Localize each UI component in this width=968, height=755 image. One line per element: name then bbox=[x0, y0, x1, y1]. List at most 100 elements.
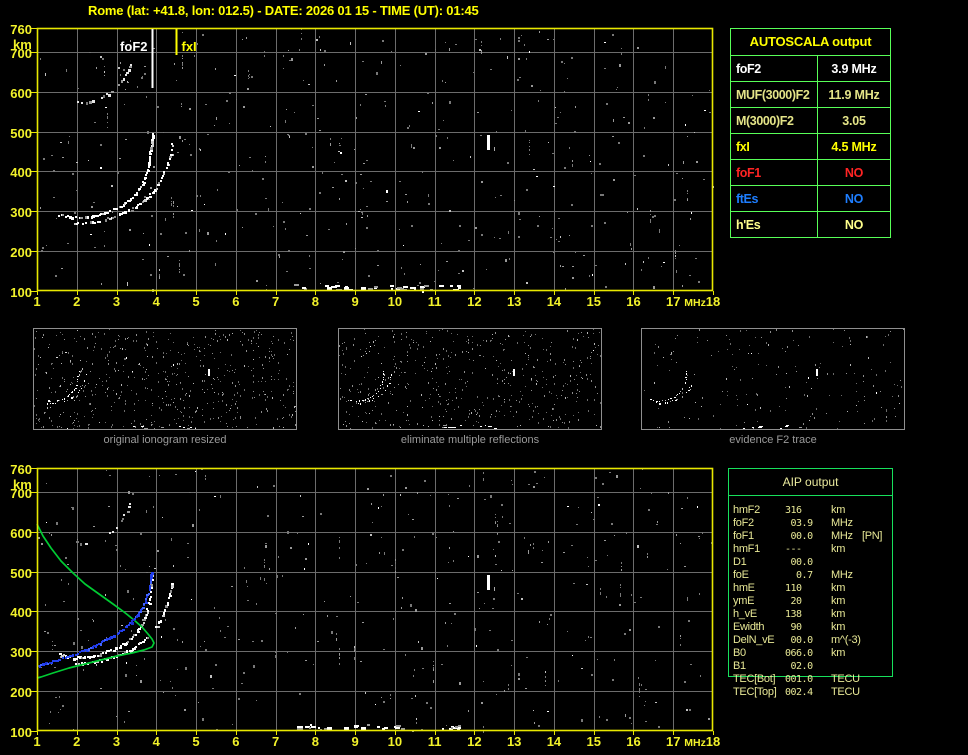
thumb-multiple-trace bbox=[361, 345, 375, 357]
aip-row-label: B0 bbox=[733, 647, 746, 659]
f2-trace-o-mode bbox=[58, 133, 155, 220]
aip-row-unit: MHz bbox=[831, 569, 853, 581]
aip-row-value: 20 bbox=[785, 596, 803, 607]
autoscala-row-value: 3.9 MHz bbox=[831, 61, 877, 76]
autoscala-row-label: ftEs bbox=[731, 186, 818, 211]
aip-row-value: 00.0 bbox=[785, 635, 814, 646]
x-axis-tick-label: 15 bbox=[586, 734, 601, 749]
x-axis-tick-label: 6 bbox=[232, 734, 240, 749]
aip-row-ymE: ymE 20 km bbox=[733, 595, 891, 608]
aip-row-hmF2: hmF2 316 km bbox=[733, 504, 891, 517]
aip-row-unit bbox=[831, 660, 862, 673]
x-axis-tick-label: 16 bbox=[626, 734, 641, 749]
x-axis-tick-label: 3 bbox=[112, 294, 121, 309]
f2-trace-o-mode bbox=[59, 574, 154, 661]
autoscala-screen: Rome (lat: +41.8, lon: 012.5) - DATE: 20… bbox=[0, 0, 968, 755]
processing-thumbnail-1 bbox=[33, 328, 297, 430]
aip-row-label: foF1 bbox=[733, 530, 754, 542]
aip-row-hmE: hmE 110 km bbox=[733, 582, 891, 595]
axis-ticks bbox=[31, 468, 714, 735]
thumbnail-canvas bbox=[34, 329, 297, 430]
aip-row-unit: TECU bbox=[831, 686, 860, 698]
f2-trace-x-mode bbox=[74, 143, 174, 225]
x-axis-tick-label: 8 bbox=[311, 294, 319, 309]
aip-row-foE: foE 0.7 MHz bbox=[733, 569, 891, 582]
y-axis-tick-label: 300 bbox=[10, 205, 32, 221]
noise-speckle-layer bbox=[339, 329, 602, 431]
aip-row-label: Ewidth bbox=[733, 621, 765, 633]
aip-row-D1: D1 00.0 bbox=[733, 556, 891, 569]
y-axis-tick-label: 760 bbox=[10, 22, 32, 37]
thumb-o-trace bbox=[48, 371, 80, 402]
aip-row-value: 001.0 bbox=[785, 674, 813, 685]
aip-row-label: foF2 bbox=[733, 517, 754, 529]
restored-trace-blue bbox=[37, 572, 154, 668]
x-axis-tick-label: 7 bbox=[271, 294, 280, 309]
electron-density-profile-curve bbox=[36, 523, 155, 679]
thumb-o-trace bbox=[348, 371, 384, 402]
second-reflection-trace bbox=[76, 503, 131, 546]
aip-row-unit: km bbox=[831, 504, 846, 516]
x-axis-tick-label: 4 bbox=[152, 294, 160, 309]
aip-row-label: B1 bbox=[733, 660, 746, 672]
aip-row-unit: km bbox=[831, 582, 846, 594]
aip-row-value: 110 bbox=[785, 583, 802, 594]
aip-row-unit bbox=[831, 556, 862, 569]
aip-row-value: 0.7 bbox=[785, 570, 813, 581]
y-axis-tick-label: 400 bbox=[10, 605, 32, 621]
thumb-multiple-trace bbox=[56, 352, 67, 358]
aip-row-value: 138 bbox=[785, 609, 802, 620]
x-axis-tick-label: 11 bbox=[427, 294, 442, 309]
noise-speckle-layer bbox=[644, 329, 904, 429]
x-axis-tick-label: 9 bbox=[351, 734, 359, 749]
aip-title: AIP output bbox=[729, 469, 892, 496]
x-axis-tick-label: 14 bbox=[546, 294, 562, 309]
x-axis-tick-label: 12 bbox=[467, 734, 482, 749]
y-axis-tick-label: 100 bbox=[10, 285, 32, 300]
autoscala-row-value: 3.05 bbox=[842, 113, 866, 128]
x-axis-tick-label: 3 bbox=[112, 734, 121, 749]
aip-row-label: D1 bbox=[733, 556, 747, 568]
autoscala-row-label: M(3000)F2 bbox=[731, 108, 818, 133]
thumbnail-caption-evidence: evidence F2 trace bbox=[729, 434, 817, 446]
aip-row-label: h_vE bbox=[733, 608, 757, 620]
x-axis-tick-label: 11 bbox=[427, 734, 442, 749]
processing-thumbnail-2 bbox=[338, 328, 602, 431]
autoscala-row-label: foF1 bbox=[731, 160, 818, 185]
autoscala-row-value: 11.9 MHz bbox=[828, 87, 880, 102]
x-axis-tick-label: 5 bbox=[192, 734, 200, 749]
thumbnail-caption-eliminate: eliminate multiple reflections bbox=[400, 434, 540, 446]
autoscala-row-ftEs: ftEs NO bbox=[731, 185, 890, 211]
grid-lines bbox=[37, 468, 713, 731]
aip-row-hvE: h_vE 138 km bbox=[733, 608, 891, 621]
aip-row-B1: B1 02.0 bbox=[733, 660, 891, 673]
aip-row-value: 066.0 bbox=[785, 648, 813, 659]
x-axis-tick-label: 10 bbox=[387, 294, 403, 309]
aip-row-label: TEC[Bot] bbox=[733, 673, 776, 685]
autoscala-row-fxI: fxI 4.5 MHz bbox=[731, 133, 890, 159]
autoscala-output-table: AUTOSCALA output foF2 3.9 MHz MUF(3000)F2 1… bbox=[730, 28, 891, 238]
x-axis-tick-label: 2 bbox=[73, 734, 81, 749]
aip-row-foF2: foF2 03.9 MHz bbox=[733, 517, 891, 530]
y-axis-unit-label: km bbox=[13, 477, 32, 492]
x-axis-tick-label: 16 bbox=[626, 294, 641, 309]
x-axis-unit-label: MHz bbox=[684, 737, 706, 749]
autoscala-row-label: foF2 bbox=[731, 56, 818, 81]
fxI-marker-label: fxI bbox=[182, 39, 197, 54]
x-axis-tick-label: 15 bbox=[586, 294, 601, 309]
aip-row-value: 90 bbox=[785, 622, 803, 633]
autoscala-row-label: h'Es bbox=[731, 212, 818, 237]
aip-row-value: 002.4 bbox=[785, 687, 813, 698]
axis-ticks bbox=[31, 28, 714, 295]
autoscala-row-M3000F2: M(3000)F2 3.05 bbox=[731, 107, 890, 133]
aip-row-value: 00.0 bbox=[785, 557, 814, 568]
aip-row-label: hmE bbox=[733, 582, 755, 594]
y-axis-tick-label: 500 bbox=[10, 125, 32, 141]
aip-row-unit: km bbox=[831, 543, 846, 555]
autoscala-row-foF2: foF2 3.9 MHz bbox=[731, 55, 890, 81]
foF2-marker-label: foF2 bbox=[120, 39, 147, 54]
y-axis-tick-label: 300 bbox=[10, 645, 32, 661]
autoscala-row-value: 4.5 MHz bbox=[831, 139, 877, 154]
profile-plot bbox=[31, 467, 714, 735]
aip-row-B0: B0 066.0 km bbox=[733, 647, 891, 660]
